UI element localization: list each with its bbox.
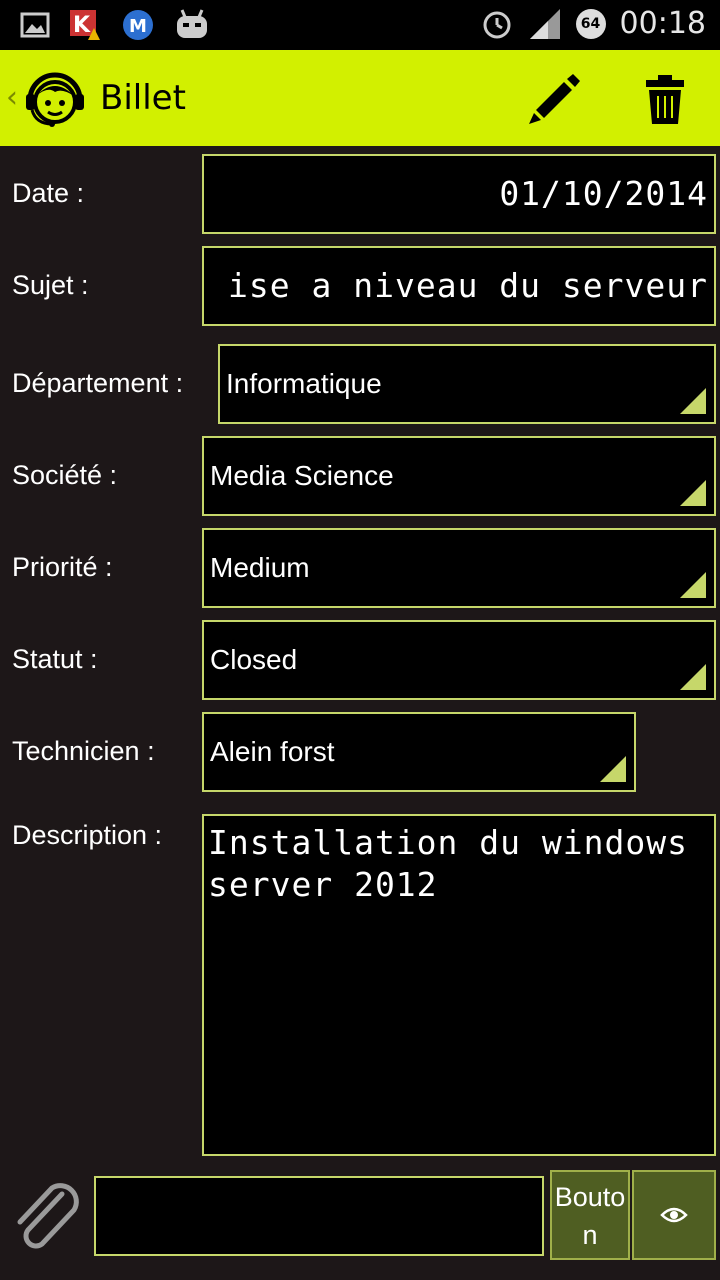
department-label: Département : — [12, 368, 184, 398]
dropdown-arrow-icon — [680, 572, 706, 598]
svg-text:K: K — [73, 13, 91, 38]
clock: 00:18 — [619, 6, 706, 41]
svg-text:M: M — [129, 16, 147, 37]
status-label: Statut : — [12, 644, 98, 674]
status-value: Closed — [210, 644, 298, 675]
image-icon — [20, 12, 50, 38]
status-spinner[interactable]: Closed — [202, 620, 716, 700]
priority-spinner[interactable]: Medium — [202, 528, 716, 608]
dropdown-arrow-icon — [680, 664, 706, 690]
page-title: Billet — [100, 78, 186, 118]
signal-icon — [529, 8, 560, 39]
technician-spinner[interactable]: Alein forst — [202, 712, 636, 792]
alarm-icon — [483, 11, 511, 38]
subject-label: Sujet : — [12, 270, 89, 300]
status-bar: K M 64 00:18 — [0, 0, 720, 50]
view-button[interactable] — [632, 1170, 716, 1260]
company-label: Société : — [12, 460, 118, 490]
company-spinner[interactable]: Media Science — [202, 436, 716, 516]
support-agent-icon[interactable] — [22, 66, 88, 132]
priority-value: Medium — [210, 552, 310, 583]
department-value: Informatique — [226, 368, 382, 399]
mail-icon: M — [123, 10, 153, 40]
trash-icon[interactable] — [640, 72, 690, 126]
kaspersky-icon: K — [70, 10, 100, 40]
message-input[interactable] — [94, 1176, 544, 1256]
department-spinner[interactable]: Informatique — [218, 344, 716, 424]
pencil-icon[interactable] — [524, 70, 582, 128]
date-label: Date : — [12, 178, 85, 208]
eye-icon — [660, 1207, 688, 1223]
date-field[interactable]: 01/10/2014 — [202, 154, 716, 234]
priority-label: Priorité : — [12, 552, 113, 582]
subject-field[interactable]: ise a niveau du serveur — [202, 246, 716, 326]
back-chevron-icon[interactable]: ‹ — [6, 80, 18, 115]
dropdown-arrow-icon — [680, 480, 706, 506]
paperclip-icon[interactable] — [10, 1178, 84, 1256]
description-label: Description : — [12, 820, 163, 850]
dropdown-arrow-icon — [680, 388, 706, 414]
technician-value: Alein forst — [210, 736, 335, 767]
description-textarea[interactable]: Installation du windows server 2012 — [202, 814, 716, 1156]
technician-label: Technicien : — [12, 736, 155, 766]
company-value: Media Science — [210, 460, 394, 491]
bouton-button[interactable]: Bouton — [550, 1170, 630, 1260]
android-icon — [177, 9, 207, 38]
battery-badge: 64 — [575, 8, 606, 39]
app-bar: ‹ Billet — [0, 50, 720, 146]
dropdown-arrow-icon — [600, 756, 626, 782]
